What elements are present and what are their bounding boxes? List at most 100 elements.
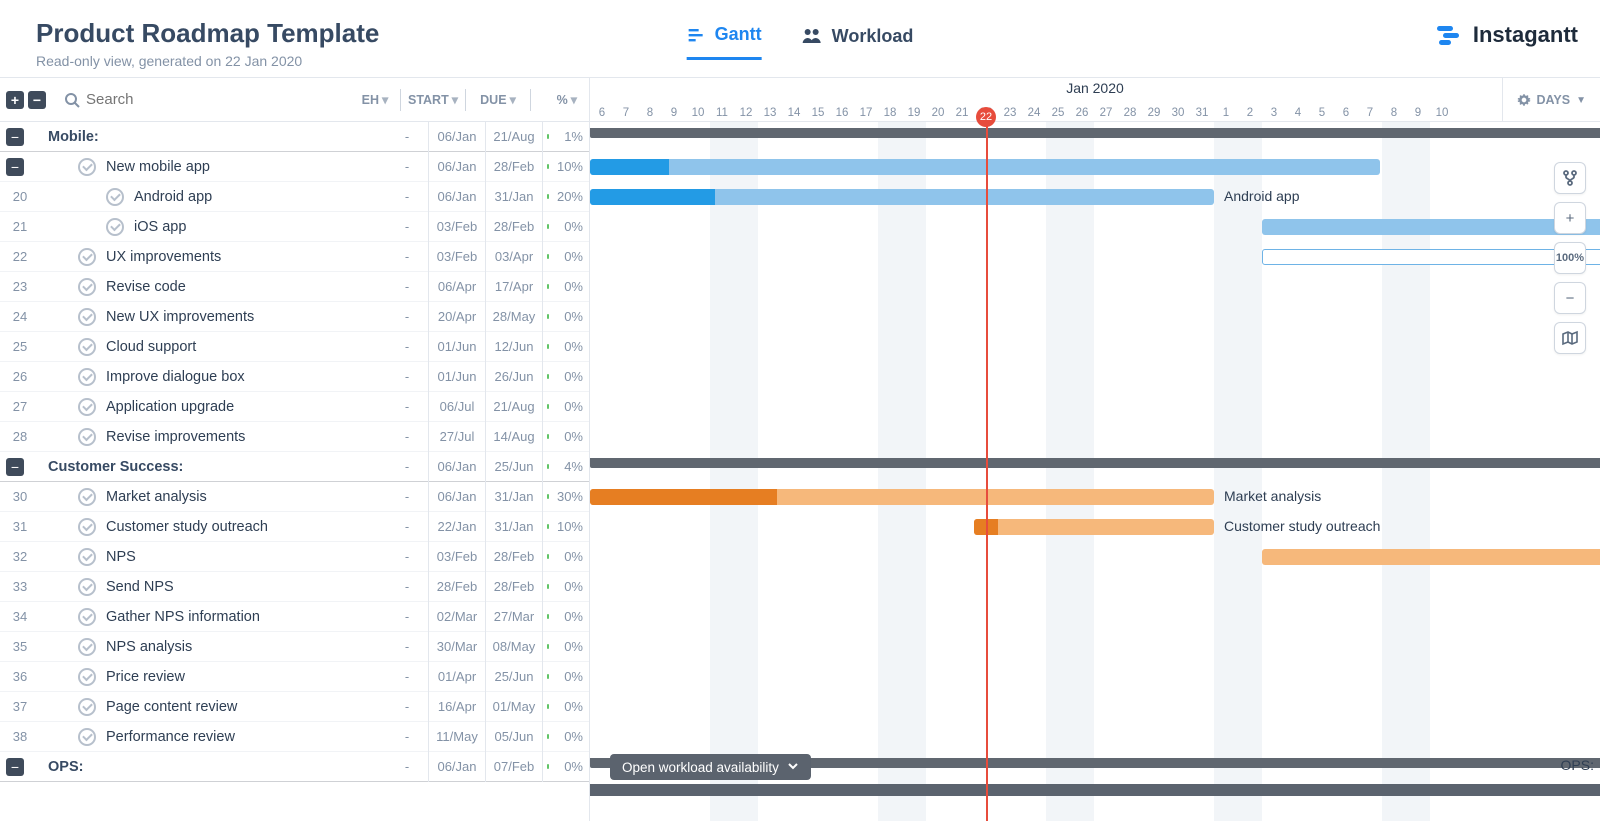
status-check-icon[interactable] [78, 638, 96, 656]
collapse-toggle[interactable]: − [6, 758, 24, 776]
task-bar[interactable] [974, 519, 1214, 535]
status-check-icon[interactable] [78, 518, 96, 536]
task-row[interactable]: 22UX improvements-03/Feb03/Apr0% [0, 242, 589, 272]
cell-du: 28/Feb [486, 549, 542, 564]
task-bar[interactable] [590, 189, 1214, 205]
task-name-text: Revise improvements [106, 429, 245, 445]
col-header-due[interactable]: DUE▾ [470, 92, 526, 107]
task-row[interactable]: 28Revise improvements-27/Jul14/Aug0% [0, 422, 589, 452]
tab-gantt[interactable]: Gantt [687, 24, 762, 60]
cell-eh: - [386, 699, 428, 714]
task-name-text: New UX improvements [106, 309, 254, 325]
summary-bar[interactable] [590, 458, 1600, 468]
task-row[interactable]: 35NPS analysis-30/Mar08/May0% [0, 632, 589, 662]
col-header-pct[interactable]: %▾ [535, 92, 581, 107]
status-check-icon[interactable] [78, 308, 96, 326]
collapse-toggle[interactable]: − [6, 128, 24, 146]
task-bar[interactable] [1262, 219, 1600, 235]
search-input[interactable] [80, 87, 280, 112]
expand-all-button[interactable]: + [6, 91, 24, 109]
task-name: Application upgrade [40, 398, 386, 416]
task-row[interactable]: 36Price review-01/Apr25/Jun0% [0, 662, 589, 692]
cell-pct: 0% [543, 639, 589, 654]
task-row[interactable]: 23Revise code-06/Apr17/Apr0% [0, 272, 589, 302]
status-check-icon[interactable] [78, 338, 96, 356]
task-row[interactable]: 20Android app-06/Jan31/Jan20% [0, 182, 589, 212]
task-name: Send NPS [40, 578, 386, 596]
status-check-icon[interactable] [78, 488, 96, 506]
zoom-in-button[interactable]: + [1554, 202, 1586, 234]
status-check-icon[interactable] [78, 608, 96, 626]
cell-du: 28/Feb [486, 579, 542, 594]
group-row[interactable]: −Customer Success:-06/Jan25/Jun4% [0, 452, 589, 482]
row-index: 37 [0, 699, 40, 714]
cell-pct: 0% [543, 729, 589, 744]
brand[interactable]: Instagantt [1437, 22, 1578, 48]
cell-eh: - [386, 369, 428, 384]
status-check-icon[interactable] [78, 578, 96, 596]
bar-label: OPS: [1561, 757, 1594, 773]
task-bar[interactable] [590, 159, 1380, 175]
cell-eh: - [386, 249, 428, 264]
col-header-start[interactable]: START▾ [405, 92, 461, 107]
tab-workload[interactable]: Workload [802, 24, 914, 60]
task-row[interactable]: 31Customer study outreach-22/Jan31/Jan10… [0, 512, 589, 542]
task-row[interactable]: 33Send NPS-28/Feb28/Feb0% [0, 572, 589, 602]
task-list: −Mobile:-06/Jan21/Aug1%−New mobile app-0… [0, 122, 590, 821]
task-row[interactable]: 26Improve dialogue box-01/Jun26/Jun0% [0, 362, 589, 392]
task-bar[interactable] [1262, 549, 1600, 565]
col-header-eh[interactable]: EH▾ [354, 92, 396, 107]
status-check-icon[interactable] [78, 698, 96, 716]
cell-du: 12/Jun [486, 339, 542, 354]
status-check-icon[interactable] [78, 428, 96, 446]
status-check-icon[interactable] [78, 248, 96, 266]
collapse-toggle[interactable]: − [6, 158, 24, 176]
task-row[interactable]: −New mobile app-06/Jan28/Feb10% [0, 152, 589, 182]
status-check-icon[interactable] [78, 728, 96, 746]
task-row[interactable]: 34Gather NPS information-02/Mar27/Mar0% [0, 602, 589, 632]
task-bar[interactable] [1262, 249, 1600, 265]
status-check-icon[interactable] [78, 278, 96, 296]
status-check-icon[interactable] [106, 218, 124, 236]
zoom-fit-button[interactable]: 100% [1554, 242, 1586, 274]
status-check-icon[interactable] [106, 188, 124, 206]
row-index: 33 [0, 579, 40, 594]
status-check-icon[interactable] [78, 668, 96, 686]
minimap-button[interactable] [1554, 322, 1586, 354]
column-headers: EH▾ START▾ DUE▾ %▾ [354, 89, 589, 111]
collapse-toggle[interactable]: − [6, 458, 24, 476]
task-bar[interactable] [590, 489, 1214, 505]
gantt-area[interactable]: Android appMarket analysisCustomer study… [590, 122, 1600, 821]
filter-icon: ▾ [452, 92, 458, 107]
cell-st: 06/Jan [429, 159, 485, 174]
status-check-icon[interactable] [78, 398, 96, 416]
task-row[interactable]: 32NPS-03/Feb28/Feb0% [0, 542, 589, 572]
task-row[interactable]: 38Performance review-11/May05/Jun0% [0, 722, 589, 752]
group-row[interactable]: −OPS:-06/Jan07/Feb0% [0, 752, 589, 782]
task-row[interactable]: 24New UX improvements-20/Apr28/May0% [0, 302, 589, 332]
status-check-icon[interactable] [78, 158, 96, 176]
status-check-icon[interactable] [78, 548, 96, 566]
cell-eh: - [386, 399, 428, 414]
zoom-out-button[interactable]: − [1554, 282, 1586, 314]
row-index: 23 [0, 279, 40, 294]
task-row[interactable]: 21iOS app-03/Feb28/Feb0% [0, 212, 589, 242]
status-check-icon[interactable] [78, 368, 96, 386]
branch-button[interactable] [1554, 162, 1586, 194]
summary-bar[interactable] [590, 128, 1600, 138]
timeline-day: 18 [878, 107, 902, 119]
task-name-text: Gather NPS information [106, 609, 260, 625]
view-granularity-picker[interactable]: DAYS ▼ [1502, 78, 1600, 122]
task-row[interactable]: 25Cloud support-01/Jun12/Jun0% [0, 332, 589, 362]
open-workload-button[interactable]: Open workload availability [610, 754, 811, 780]
tab-gantt-label: Gantt [715, 24, 762, 45]
cell-pct: 0% [543, 759, 589, 774]
timeline-day: 16 [830, 107, 854, 119]
task-row[interactable]: 37Page content review-16/Apr01/May0% [0, 692, 589, 722]
timeline-day: 8 [638, 107, 662, 119]
collapse-all-button[interactable]: − [28, 91, 46, 109]
workload-icon [802, 27, 822, 45]
task-row[interactable]: 30Market analysis-06/Jan31/Jan30% [0, 482, 589, 512]
task-row[interactable]: 27Application upgrade-06/Jul21/Aug0% [0, 392, 589, 422]
group-row[interactable]: −Mobile:-06/Jan21/Aug1% [0, 122, 589, 152]
